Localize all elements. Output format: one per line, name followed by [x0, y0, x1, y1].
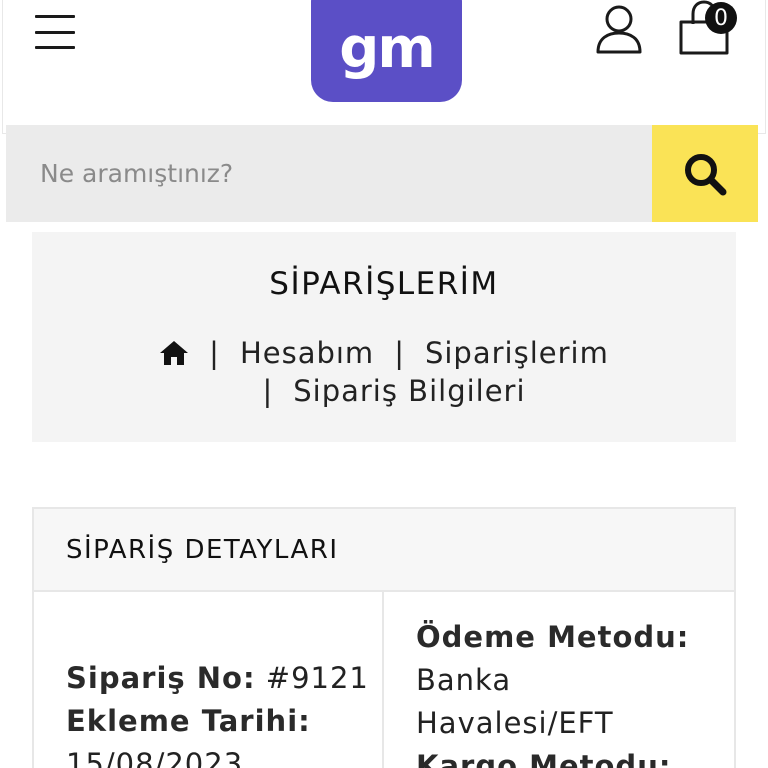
- breadcrumb-separator: |: [262, 374, 274, 408]
- payment-method-value-line1: Banka: [416, 663, 512, 697]
- home-icon[interactable]: [159, 340, 189, 366]
- order-date-label: Ekleme Tarihi:: [66, 704, 311, 738]
- breadcrumb-separator: |: [394, 336, 405, 370]
- order-info-column: Sipariş No: #9121 Ekleme Tarihi: 15/08/2…: [34, 592, 384, 768]
- cart-count-badge: 0: [705, 2, 737, 34]
- breadcrumb: | Hesabım | Siparişlerim | Sipariş Bilgileri: [132, 334, 636, 410]
- search-icon: [685, 153, 727, 195]
- breadcrumb-item-orders[interactable]: Siparişlerim: [425, 336, 609, 370]
- breadcrumb-item-order-info: Sipariş Bilgileri: [293, 374, 526, 408]
- hamburger-icon-bar: [35, 30, 75, 34]
- user-icon: [596, 5, 642, 54]
- search-button[interactable]: [652, 125, 758, 222]
- order-date-value: 15/08/2023: [66, 747, 244, 768]
- shipping-method-label: Kargo Metodu:: [416, 749, 672, 768]
- search-bar: [6, 125, 758, 222]
- order-number-value: #9121: [265, 661, 369, 695]
- cart-button[interactable]: 0: [675, 0, 739, 58]
- menu-button[interactable]: [33, 12, 77, 52]
- page-title: SİPARİŞLERİM: [269, 266, 499, 302]
- order-details-heading: SİPARİŞ DETAYLARI: [34, 509, 734, 592]
- site-logo[interactable]: gm: [311, 0, 462, 102]
- order-number-label: Sipariş No:: [66, 661, 256, 695]
- breadcrumb-item-account[interactable]: Hesabım: [240, 336, 374, 370]
- order-details-body: Sipariş No: #9121 Ekleme Tarihi: 15/08/2…: [34, 592, 734, 768]
- order-number-row: Sipariş No: #9121: [66, 657, 382, 700]
- payment-method-label: Ödeme Metodu:: [416, 620, 690, 654]
- account-button[interactable]: [593, 2, 645, 56]
- payment-info-column: Ödeme Metodu: Banka Havalesi/EFT Kargo M…: [384, 592, 734, 768]
- order-details-panel: SİPARİŞ DETAYLARI Sipariş No: #9121 Ekle…: [32, 507, 736, 768]
- site-header: gm 0: [2, 0, 766, 134]
- logo-text: gm: [339, 15, 435, 81]
- breadcrumb-separator: |: [209, 336, 220, 370]
- search-input[interactable]: [6, 125, 652, 222]
- page-heading-section: SİPARİŞLERİM | Hesabım | Siparişlerim | Sipar…: [32, 232, 736, 442]
- hamburger-icon-bar: [35, 46, 75, 49]
- payment-method-value-line2: Havalesi/EFT: [416, 706, 614, 740]
- hamburger-icon: [35, 15, 75, 18]
